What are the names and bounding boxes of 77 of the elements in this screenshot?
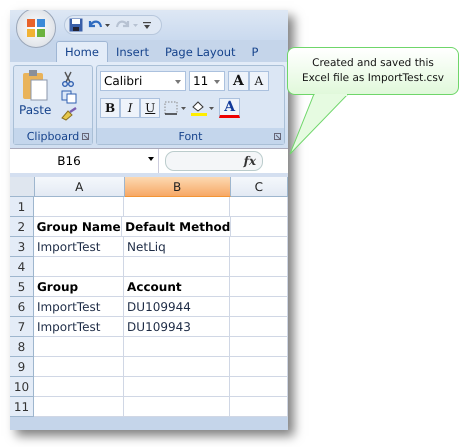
table-cell[interactable] <box>34 257 124 277</box>
grow-font-button[interactable]: A <box>228 71 249 91</box>
table-cell[interactable] <box>34 197 124 217</box>
table-cell[interactable] <box>34 397 124 417</box>
save-icon[interactable] <box>69 18 83 32</box>
row-header[interactable]: 2 <box>10 217 34 237</box>
bold-button[interactable]: B <box>100 98 120 118</box>
ribbon-tab[interactable]: Insert <box>108 41 157 62</box>
row-header[interactable]: 9 <box>10 357 34 377</box>
table-cell[interactable]: DU109944 <box>124 297 230 317</box>
font-name-field[interactable]: Calibri <box>100 71 186 91</box>
table-cell[interactable] <box>230 257 288 277</box>
table-cell[interactable]: Account <box>124 277 230 297</box>
table-cell[interactable] <box>34 377 124 397</box>
table-cell[interactable] <box>124 357 230 377</box>
clipboard-icon <box>22 69 48 101</box>
callout-text: Created and saved this Excel file as ImportTest.csv <box>300 56 446 86</box>
table-cell[interactable]: DU109943 <box>124 317 230 337</box>
table-cell[interactable] <box>230 337 288 357</box>
ribbon-tab[interactable]: Page Layout <box>156 41 244 62</box>
group-label: Clipboard <box>26 130 80 142</box>
table-cell[interactable] <box>230 237 288 257</box>
insert-function-button[interactable]: fx <box>244 154 256 168</box>
table-cell[interactable] <box>124 197 230 217</box>
copy-icon[interactable] <box>61 90 78 104</box>
customize-icon[interactable] <box>143 20 151 30</box>
paste-button[interactable]: Paste <box>17 69 54 125</box>
table-cell[interactable] <box>230 297 288 317</box>
table-cell[interactable] <box>230 377 288 397</box>
table-cell[interactable] <box>230 197 288 217</box>
table-cell[interactable] <box>34 337 124 357</box>
table-cell[interactable] <box>230 357 288 377</box>
row-header[interactable]: 8 <box>10 337 34 357</box>
table-cell[interactable]: NetLiq <box>124 237 230 257</box>
table-cell[interactable] <box>124 397 230 417</box>
underline-button[interactable]: U <box>140 98 160 118</box>
office-logo <box>26 18 46 38</box>
row-header[interactable]: 10 <box>10 377 34 397</box>
row-header[interactable]: 4 <box>10 257 34 277</box>
launcher-icon[interactable] <box>82 133 89 140</box>
group-label: Font <box>178 130 202 142</box>
ribbon-tab[interactable]: P <box>244 41 266 62</box>
row-header[interactable]: 5 <box>10 277 34 297</box>
row-header[interactable]: 3 <box>10 237 34 257</box>
row-header[interactable]: 11 <box>10 397 34 417</box>
row-header[interactable]: 7 <box>10 317 34 337</box>
table-cell[interactable] <box>230 317 288 337</box>
table-cell[interactable] <box>124 257 230 277</box>
row-header[interactable]: 6 <box>10 297 34 317</box>
office-button[interactable] <box>16 10 56 48</box>
font-size-field[interactable]: 11 <box>189 71 225 91</box>
table-cell[interactable] <box>230 277 288 297</box>
font-color-button[interactable]: A <box>219 98 240 118</box>
table-cell[interactable] <box>124 337 230 357</box>
table-cell[interactable]: ImportTest <box>34 297 124 317</box>
table-cell[interactable]: Default Method <box>122 217 232 237</box>
column-header[interactable]: C <box>230 177 288 197</box>
launcher-icon[interactable] <box>274 133 281 140</box>
fill-color-icon[interactable] <box>190 99 216 117</box>
scissors-icon[interactable] <box>61 71 76 87</box>
row-header[interactable]: 1 <box>10 197 34 217</box>
table-cell[interactable]: ImportTest <box>34 237 124 257</box>
select-all-corner[interactable] <box>10 177 35 197</box>
brush-icon[interactable] <box>61 107 78 121</box>
ribbon-tab[interactable]: Home <box>56 41 108 62</box>
italic-button[interactable]: I <box>120 98 140 118</box>
table-cell[interactable] <box>230 397 288 417</box>
column-header[interactable]: A <box>34 177 125 197</box>
shrink-font-button[interactable]: A <box>248 71 269 91</box>
table-cell[interactable] <box>231 217 288 237</box>
table-cell[interactable] <box>124 377 230 397</box>
table-cell[interactable]: Group Name <box>34 217 122 237</box>
table-cell[interactable]: Group <box>34 277 124 297</box>
table-cell[interactable]: ImportTest <box>34 317 124 337</box>
borders-icon[interactable] <box>163 99 188 117</box>
table-cell[interactable] <box>34 357 124 377</box>
column-header[interactable]: B <box>124 177 231 197</box>
